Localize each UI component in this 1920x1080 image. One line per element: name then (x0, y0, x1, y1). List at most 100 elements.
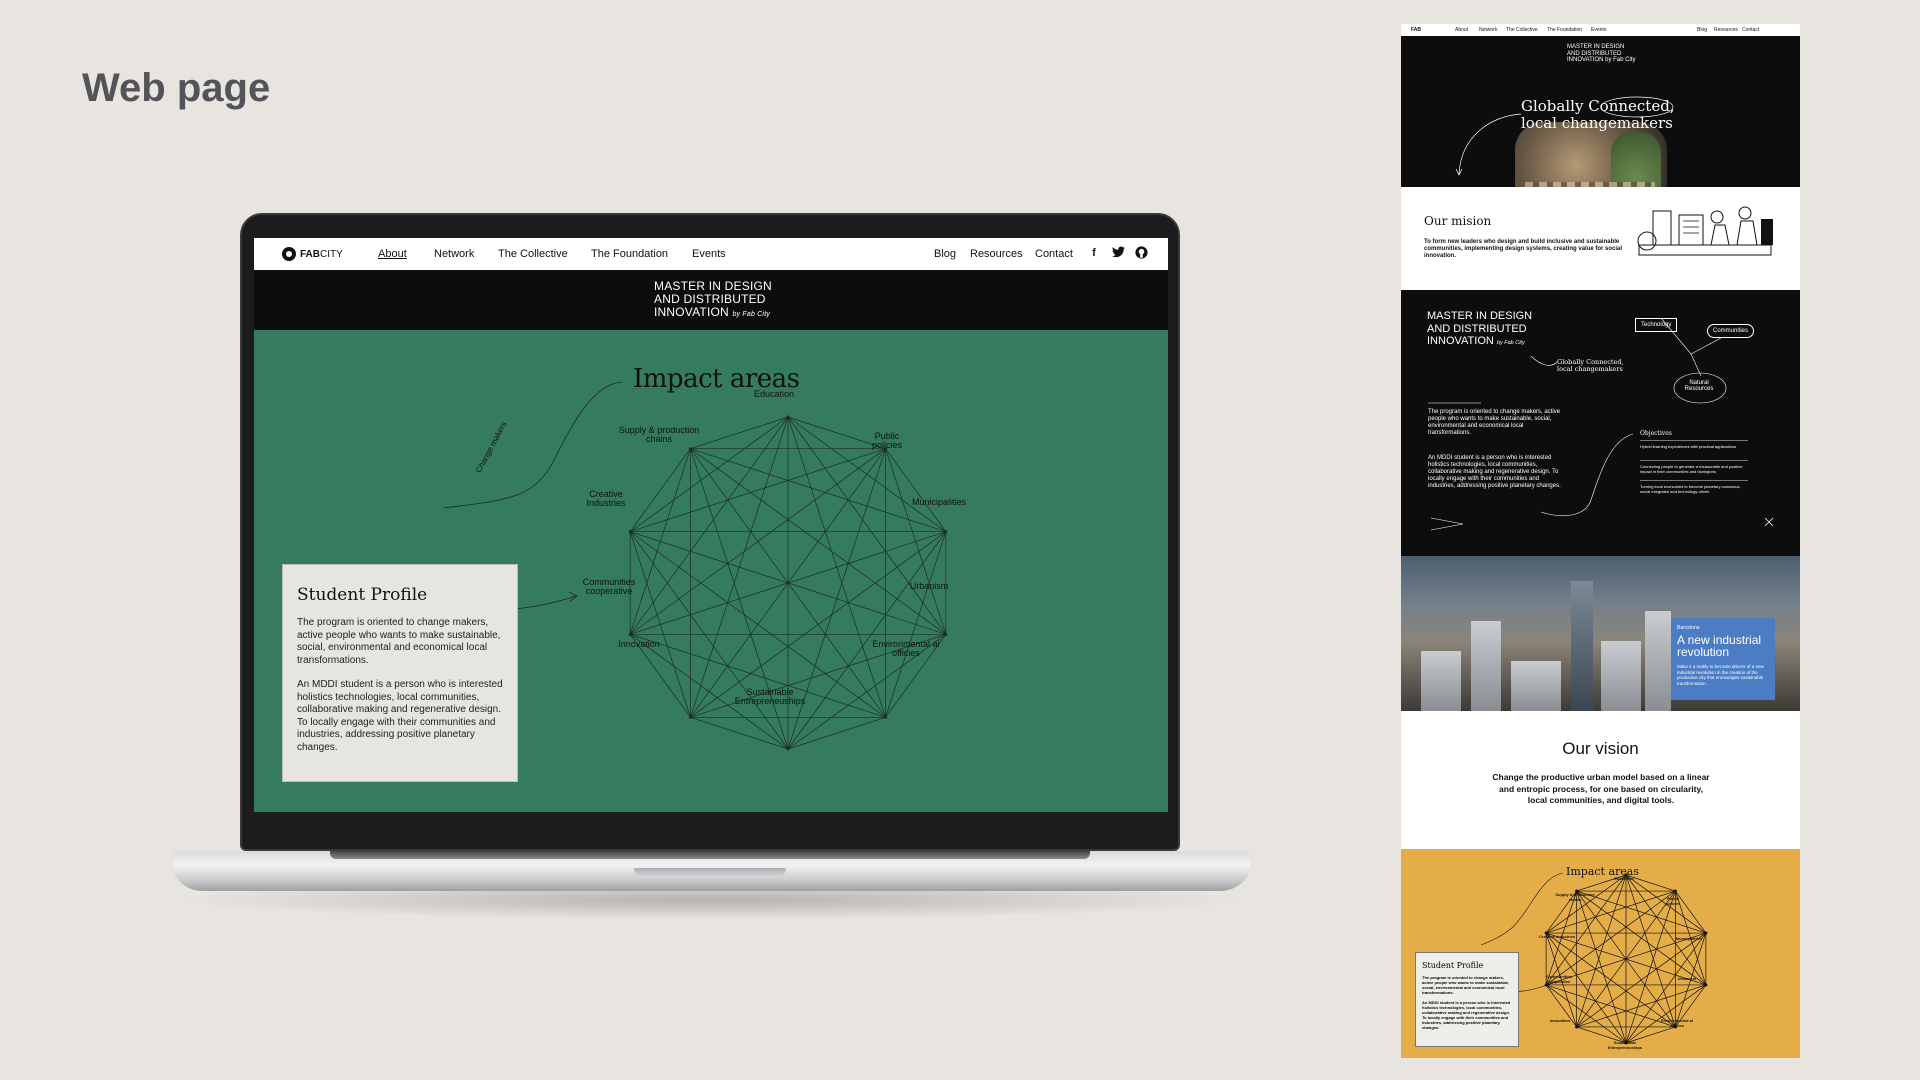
lp-impact-edge (1545, 984, 1627, 1044)
lp-city-text: Make it a reality to become drivers of a… (1677, 664, 1764, 686)
lp-student-profile-para2: An MDDI student is a person who is inter… (1422, 1000, 1511, 1030)
masthead-title: MASTER IN DESIGN AND DISTRIBUTED INNOVAT… (654, 280, 772, 321)
lp-city-section: Barcelona A new industrial revolution Ma… (1401, 556, 1800, 711)
page-heading: Web page (82, 66, 271, 110)
impact-label: Environmental ai officies (872, 639, 940, 658)
lp-nav: FAB About Network The Collective The Fou… (1401, 24, 1800, 36)
impact-node (944, 632, 948, 636)
nav-blog[interactable]: Blog (934, 248, 956, 260)
lp-objective-1: Hybrid learning experiences with practic… (1640, 440, 1748, 449)
lp-nav-resources[interactable]: Resources (1714, 27, 1738, 33)
city-building (1601, 641, 1641, 711)
lp-impact-node (1704, 983, 1708, 987)
student-profile-card: Student Profile The program is oriented … (282, 564, 518, 782)
masthead-byline: by Fab City (732, 311, 771, 318)
lp-city-kicker: Barcelona (1677, 625, 1700, 631)
lp-objective-2: Connecting people to generate a measurab… (1640, 460, 1748, 474)
logo-rest: CITY (320, 248, 343, 260)
lp-impact-label: Urbanism (1677, 976, 1697, 981)
impact-label: Urbanism (909, 581, 949, 591)
nav-the-collective[interactable]: The Collective (498, 248, 568, 260)
impact-label: Creative Industries (586, 489, 626, 508)
lp-impact-node (1575, 1025, 1579, 1029)
nav-resources[interactable]: Resources (970, 248, 1023, 260)
lp-student-profile-card: Student Profile The program is oriented … (1415, 952, 1519, 1047)
lp-impact-label: Creative Industries (1539, 934, 1576, 939)
impact-node (628, 632, 632, 636)
lp-vision-text: Change the productive urban model based … (1492, 772, 1710, 805)
github-icon[interactable] (1134, 246, 1148, 260)
impact-node (628, 530, 632, 534)
nav-about[interactable]: About (378, 248, 407, 260)
lp-vision-section: Our vision Change the productive urban m… (1401, 711, 1800, 849)
lp-impact-edge (1625, 874, 1707, 986)
facebook-icon[interactable]: f (1087, 246, 1101, 260)
lp-impact-label: Municipalities (1675, 936, 1703, 941)
nav-network[interactable]: Network (434, 248, 474, 260)
city-building (1471, 621, 1501, 711)
city-building (1511, 661, 1561, 711)
impact-edge (629, 448, 691, 635)
lp-tag-natural-resources: Natural Resources (1684, 380, 1714, 392)
lp-mission-title: Our mision (1424, 214, 1492, 228)
lp-impact-edge (1576, 890, 1627, 1044)
logo-bold: FAB (300, 248, 320, 260)
impact-edge (690, 416, 789, 450)
lp-impact-label: Innovation (1549, 1018, 1571, 1023)
lp-impact-node (1704, 931, 1708, 935)
lp-dark-para2: An MDDI student is a person who is inter… (1428, 455, 1561, 489)
student-profile-title: Student Profile (297, 585, 428, 605)
lp-nav-collective[interactable]: The Collective (1506, 27, 1538, 33)
lp-nav-events[interactable]: Events (1591, 27, 1606, 33)
lp-nav-about[interactable]: About (1455, 27, 1468, 33)
lp-impact-edge (1545, 932, 1627, 1044)
lp-impact-label: Supply & production chains (1555, 892, 1595, 902)
fabcity-logo-icon (282, 247, 296, 261)
impact-edge (629, 448, 691, 532)
lp-logo: FAB (1411, 27, 1421, 33)
impact-label: Sustainable Entrepreneuships (734, 687, 806, 706)
lp-objectives-title: Objectives (1640, 430, 1672, 437)
nav-contact[interactable]: Contact (1035, 248, 1073, 260)
impact-edge (690, 716, 789, 750)
student-profile-para1: The program is oriented to change makers… (297, 617, 501, 666)
impact-label: Supply & production chains (618, 425, 700, 444)
lp-impact-label: Communities cooperative (1546, 974, 1572, 984)
lp-vision-title: Our vision (1562, 739, 1639, 758)
impact-label: Communities cooperative (582, 577, 636, 596)
laptop-hinge (330, 851, 1090, 859)
lp-tag-communities: Communities (1707, 324, 1755, 338)
long-page-preview: FAB About Network The Collective The Fou… (1401, 24, 1800, 1058)
lp-impact-label: Sustainable Entrepreneuships (1607, 1040, 1642, 1050)
lp-city-headline: A new industrial revolution (1677, 633, 1762, 659)
lp-tag-technology: Technology (1635, 318, 1678, 332)
laptop-notch (634, 868, 786, 878)
impact-node (688, 447, 692, 451)
impact-label: Municipalities (911, 497, 967, 507)
lp-dark-para1: The program is oriented to change makers… (1428, 409, 1561, 436)
lp-city-card: Barcelona A new industrial revolution Ma… (1671, 618, 1775, 700)
masthead: MASTER IN DESIGN AND DISTRIBUTED INNOVAT… (254, 270, 1168, 330)
lp-impact-label: Education (1614, 876, 1634, 881)
lp-nav-network[interactable]: Network (1479, 27, 1497, 33)
impact-label: Innovation (618, 639, 660, 649)
city-building (1421, 651, 1461, 711)
laptop-screen: FABCITY About Network The Collective The… (254, 238, 1168, 812)
twitter-icon[interactable] (1111, 246, 1125, 260)
lp-impact-label: Environmental ai officies (1660, 1018, 1694, 1028)
impact-edge (629, 531, 691, 718)
nav-the-foundation[interactable]: The Foundation (591, 248, 668, 260)
masthead-line3: INNOVATION (654, 305, 729, 319)
lp-mission-text: To form new leaders who design and build… (1424, 239, 1623, 259)
fabcity-logo[interactable]: FABCITY (282, 247, 343, 261)
nav-events[interactable]: Events (692, 248, 726, 260)
lp-nav-contact[interactable]: Contact (1742, 27, 1759, 33)
lp-nav-foundation[interactable]: The Foundation (1547, 27, 1582, 33)
impact-node (884, 715, 888, 719)
impact-edge (885, 448, 947, 532)
impact-label: Public policies (871, 431, 902, 450)
lp-nav-blog[interactable]: Blog (1697, 27, 1707, 33)
impact-edge (787, 716, 886, 750)
lp-impact-edge (1576, 890, 1706, 934)
impact-node (786, 415, 790, 419)
